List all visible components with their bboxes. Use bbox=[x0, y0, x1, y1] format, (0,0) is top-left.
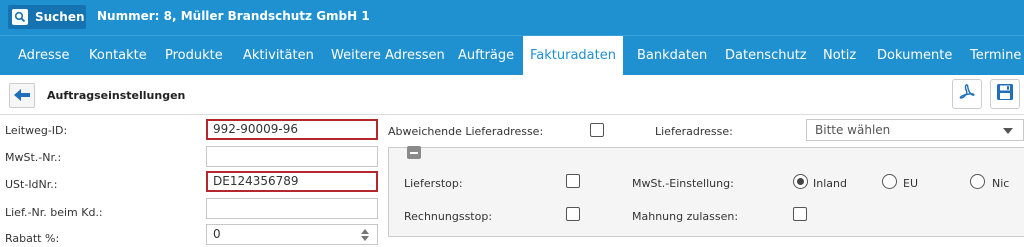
search-button-label: Suchen bbox=[35, 10, 85, 24]
minus-icon bbox=[410, 151, 418, 154]
lieferstop-label: Lieferstop: bbox=[404, 177, 463, 190]
lieferadresse-label: Lieferadresse: bbox=[655, 125, 733, 138]
chevron-down-icon bbox=[1003, 128, 1013, 134]
section-header: Auftragseinstellungen bbox=[0, 75, 1024, 115]
ust-idnr-field[interactable]: DE124356789 bbox=[206, 171, 378, 192]
lieferadresse-select-value: Bitte wählen bbox=[815, 123, 891, 137]
rabatt-stepper[interactable]: 0 bbox=[206, 224, 378, 245]
options-panel bbox=[388, 147, 1024, 237]
rabatt-label: Rabatt %: bbox=[5, 232, 60, 245]
tab-auftraege[interactable]: Aufträge bbox=[458, 36, 514, 76]
mwst-einstellung-label: MwSt.-Einstellung: bbox=[632, 177, 734, 190]
floppy-disk-icon bbox=[996, 83, 1014, 105]
lieferstop-checkbox[interactable] bbox=[566, 174, 580, 188]
record-title: Nummer: 8, Müller Brandschutz GmbH 1 bbox=[97, 9, 370, 23]
radio-inland-label: Inland bbox=[813, 177, 847, 190]
rabatt-value: 0 bbox=[213, 227, 221, 241]
arrow-left-icon bbox=[14, 86, 30, 105]
top-bar: Suchen Nummer: 8, Müller Brandschutz Gmb… bbox=[0, 0, 1024, 35]
ust-idnr-label: USt-IdNr.: bbox=[5, 178, 58, 191]
tab-termine[interactable]: Termine bbox=[970, 36, 1021, 76]
lief-nr-field[interactable] bbox=[206, 198, 378, 219]
tab-weitere-adressen[interactable]: Weitere Adressen bbox=[331, 36, 445, 76]
tab-adresse[interactable]: Adresse bbox=[18, 36, 70, 76]
mwst-nr-label: MwSt.-Nr.: bbox=[5, 151, 62, 164]
rechnungsstop-label: Rechnungsstop: bbox=[404, 210, 493, 223]
search-icon bbox=[12, 9, 28, 25]
abweichende-lieferadresse-label: Abweichende Lieferadresse: bbox=[388, 125, 544, 138]
tab-bankdaten[interactable]: Bankdaten bbox=[637, 36, 707, 76]
radio-inland[interactable] bbox=[793, 174, 808, 189]
radio-nicht[interactable] bbox=[970, 174, 985, 189]
lieferadresse-select[interactable]: Bitte wählen bbox=[806, 119, 1024, 141]
leitweg-id-field[interactable]: 992-90009-96 bbox=[206, 119, 378, 140]
mahnung-zulassen-checkbox[interactable] bbox=[793, 207, 807, 221]
rechnungsstop-checkbox[interactable] bbox=[566, 207, 580, 221]
search-button[interactable]: Suchen bbox=[8, 5, 86, 29]
tab-bar: Adresse Kontakte Produkte Aktivitäten We… bbox=[0, 35, 1024, 76]
mahnung-zulassen-label: Mahnung zulassen: bbox=[632, 210, 739, 223]
radio-eu-label: EU bbox=[903, 177, 919, 190]
spinner-arrows-icon[interactable] bbox=[361, 228, 369, 242]
tab-fakturadaten[interactable]: Fakturadaten bbox=[523, 36, 623, 76]
tab-produkte[interactable]: Produkte bbox=[165, 36, 223, 76]
abweichende-lieferadresse-checkbox[interactable] bbox=[590, 123, 604, 137]
radio-nicht-label: Nic bbox=[992, 177, 1010, 190]
save-button[interactable] bbox=[990, 79, 1020, 109]
tab-notiz[interactable]: Notiz bbox=[823, 36, 856, 76]
pdf-export-button[interactable] bbox=[952, 79, 982, 109]
tab-datenschutz[interactable]: Datenschutz bbox=[725, 36, 807, 76]
radio-selected-dot bbox=[797, 178, 804, 185]
back-button[interactable] bbox=[9, 83, 35, 108]
radio-eu[interactable] bbox=[882, 174, 897, 189]
tab-dokumente[interactable]: Dokumente bbox=[877, 36, 952, 76]
collapse-button[interactable] bbox=[407, 146, 421, 159]
tab-kontakte[interactable]: Kontakte bbox=[89, 36, 147, 76]
lief-nr-label: Lief.-Nr. beim Kd.: bbox=[5, 206, 103, 219]
mwst-nr-field[interactable] bbox=[206, 146, 378, 167]
tab-aktivitaeten[interactable]: Aktivitäten bbox=[243, 36, 314, 76]
leitweg-id-label: Leitweg-ID: bbox=[5, 124, 68, 137]
pdf-icon bbox=[958, 83, 976, 105]
section-title: Auftragseinstellungen bbox=[47, 89, 186, 102]
